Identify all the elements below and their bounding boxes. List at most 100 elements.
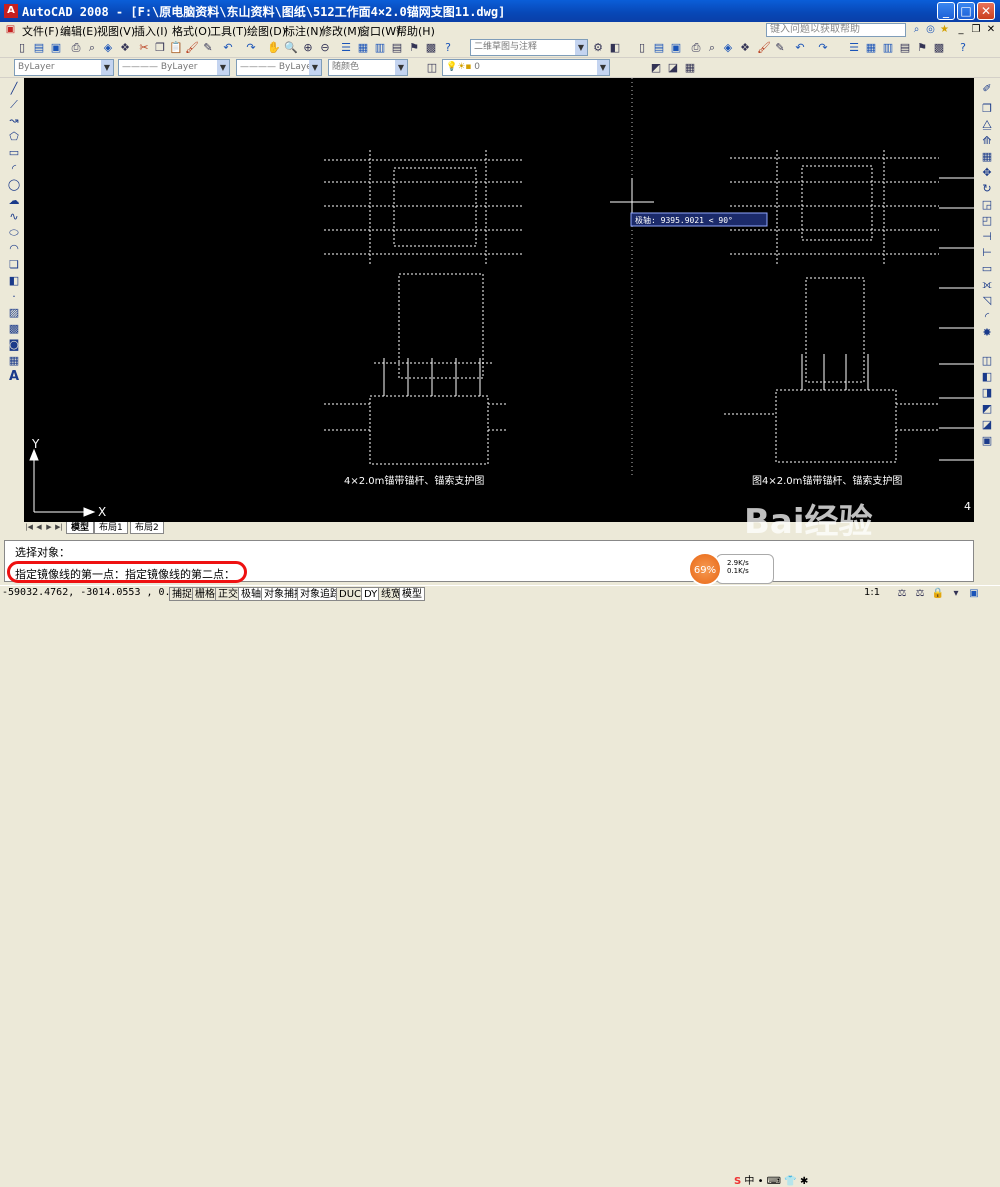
minimize-button[interactable]: _ [937,2,955,20]
next-tab-icon[interactable]: ▶ [44,522,54,533]
polyline-icon[interactable]: ↝ [7,114,21,128]
last-tab-icon[interactable]: ▶| [54,522,64,533]
menu-view[interactable]: 视图(V) [97,23,135,39]
linetype-control-select[interactable]: ———— ByLayer ▼ [118,59,230,76]
sheet-set-icon-2[interactable]: ▤ [897,40,913,56]
new-file-icon-2[interactable]: ▯ [634,40,650,56]
redo-icon-2[interactable]: ↷ [815,40,831,56]
sogou-icon[interactable]: S [734,1176,741,1187]
stretch-icon[interactable]: ◰ [980,214,994,228]
maximize-button[interactable]: □ [957,2,975,20]
menu-draw[interactable]: 绘图(D) [247,23,286,39]
point-icon[interactable]: · [7,290,21,304]
bring-above-icon[interactable]: ◩ [980,402,994,416]
layer-properties-icon[interactable]: ◫ [424,60,440,76]
layer-states-icon[interactable]: ▦ [682,60,698,76]
save-icon-2[interactable]: ▣ [668,40,684,56]
ime-mode[interactable]: 中 [744,1176,754,1187]
clean-screen-icon[interactable]: ▣ [966,586,982,602]
menu-insert[interactable]: 插入(I) [134,23,168,39]
3d-dwf-icon-2[interactable]: ❖ [737,40,753,56]
markup-icon[interactable]: ⚑ [406,40,422,56]
redo-icon[interactable]: ↷ [243,40,259,56]
model-toggle[interactable]: 模型 [399,587,425,601]
doc-close-button[interactable]: ✕ [984,23,998,36]
make-current-layer-icon[interactable]: ◩ [648,60,664,76]
print-icon-2[interactable]: ⎙ [688,40,704,56]
open-file-icon-2[interactable]: ▤ [651,40,667,56]
arc-icon[interactable]: ◜ [7,162,21,176]
help-icon[interactable]: ? [440,40,456,56]
speed-percent[interactable]: 69% [688,552,722,586]
menu-help[interactable]: 帮助(H) [396,23,435,39]
zoom-previous-icon[interactable]: ⊖ [317,40,333,56]
plotstyle-control-select[interactable]: 随颜色 ▼ [328,59,408,76]
copy-object-icon[interactable]: ❐ [980,102,994,116]
tool-palettes-icon[interactable]: ▥ [372,40,388,56]
skin-icon[interactable]: 👕 [784,1176,796,1187]
revision-cloud-icon[interactable]: ☁ [7,194,21,208]
paste-icon[interactable]: 📋 [168,40,184,56]
print-preview-icon-2[interactable]: ⌕ [704,40,720,56]
bring-front-icon[interactable]: ◧ [980,370,994,384]
new-file-icon[interactable]: ▯ [14,40,30,56]
punctuation-icon[interactable]: • [758,1176,764,1187]
multiline-text-icon[interactable]: A [7,370,21,384]
cut-icon[interactable]: ✂ [136,40,152,56]
quickcalc-icon-2[interactable]: ▩ [931,40,947,56]
doc-restore-button[interactable]: ❐ [969,23,983,36]
region-icon[interactable]: ◙ [7,338,21,352]
annotation-scale[interactable]: 1:1 [864,587,880,598]
insert-block-icon[interactable]: ❏ [7,258,21,272]
prev-tab-icon[interactable]: ◀ [34,522,44,533]
draw-order-icon[interactable]: ◫ [980,354,994,368]
tab-layout2[interactable]: 布局2 [130,522,164,534]
ellipse-arc-icon[interactable]: ◠ [7,242,21,256]
sheet-set-icon[interactable]: ▤ [389,40,405,56]
undo-icon-2[interactable]: ↶ [792,40,808,56]
communication-icon[interactable]: ◎ [924,23,937,36]
properties-icon[interactable]: ☰ [338,40,354,56]
open-file-icon[interactable]: ▤ [31,40,47,56]
pan-icon[interactable]: ✋ [266,40,282,56]
workspace-save-icon[interactable]: ◧ [607,40,623,56]
undo-icon[interactable]: ↶ [220,40,236,56]
text-front-icon[interactable]: ▣ [980,434,994,448]
rectangle-icon[interactable]: ▭ [7,146,21,160]
join-icon[interactable]: ⟗ [980,278,994,292]
document-icon[interactable]: ▣ [4,23,17,36]
doc-minimize-button[interactable]: _ [954,23,968,36]
circle-icon[interactable]: ◯ [7,178,21,192]
menu-file[interactable]: 文件(F) [22,23,59,39]
block-editor-icon[interactable]: ✎ [200,40,216,56]
menu-format[interactable]: 格式(O) [172,23,211,39]
search-icon[interactable]: ⌕ [910,23,923,36]
send-under-icon[interactable]: ◪ [980,418,994,432]
copy-icon[interactable]: ❐ [152,40,168,56]
erase-icon[interactable]: ✐ [980,82,994,96]
quickcalc-icon[interactable]: ▩ [423,40,439,56]
match-properties-icon[interactable]: 🖌 [184,40,200,56]
status-menu-icon[interactable]: ▾ [948,586,964,602]
tab-layout1[interactable]: 布局1 [94,522,128,534]
ime-toolbar[interactable]: S 中 • ⌨ 👕 ✱ [734,1172,808,1187]
favorites-star-icon[interactable]: ★ [938,23,951,36]
spline-icon[interactable]: ∿ [7,210,21,224]
break-icon[interactable]: ▭ [980,262,994,276]
hatch-icon[interactable]: ▨ [7,306,21,320]
workspace-select[interactable]: 二维草图与注释 ▼ [470,39,588,56]
layer-previous-icon[interactable]: ◪ [665,60,681,76]
auto-scale-icon[interactable]: ⚖ [912,586,928,602]
design-center-icon[interactable]: ▦ [355,40,371,56]
help-search-input[interactable]: 键入问题以获取帮助 [766,23,906,37]
polygon-icon[interactable]: ⬠ [7,130,21,144]
fillet-icon[interactable]: ◜ [980,310,994,324]
design-center-icon-2[interactable]: ▦ [863,40,879,56]
drawing-area[interactable]: 极轴: 9395.9021 < 90° 4×2.0m锚带锚杆、锚索支护图 图4×… [24,78,974,522]
send-back-icon[interactable]: ◨ [980,386,994,400]
lineweight-control-select[interactable]: ———— ByLayer ▼ [236,59,322,76]
3d-dwf-icon[interactable]: ❖ [117,40,133,56]
move-icon[interactable]: ✥ [980,166,994,180]
gradient-icon[interactable]: ▩ [7,322,21,336]
scale-icon[interactable]: ◲ [980,198,994,212]
